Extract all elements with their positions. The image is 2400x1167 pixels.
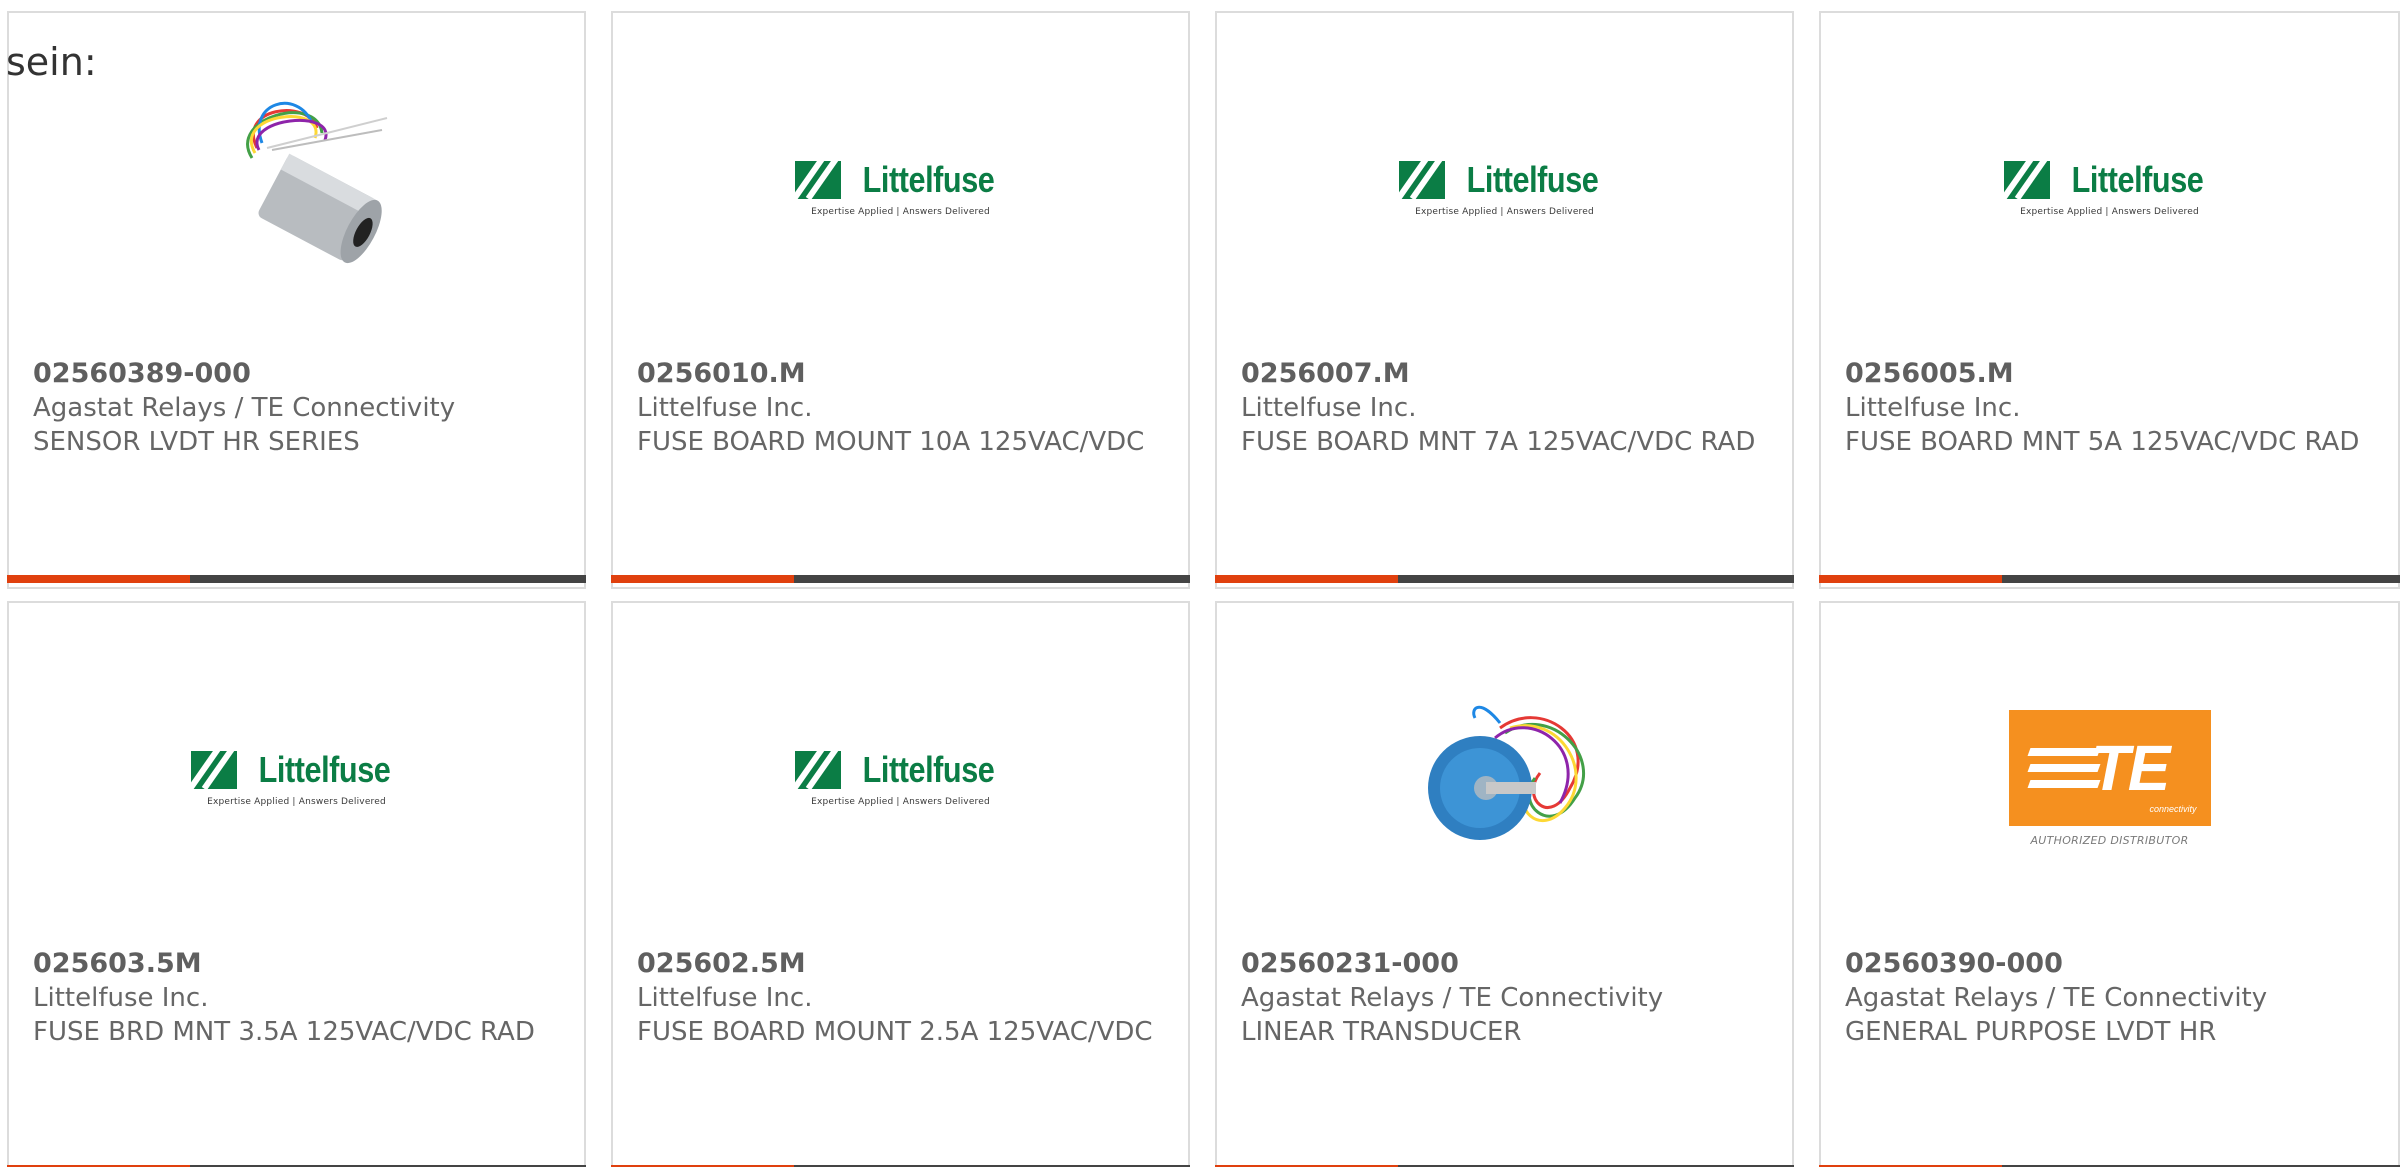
- description: FUSE BOARD MOUNT 10A 125VAC/VDC: [637, 427, 1145, 457]
- description: FUSE BOARD MNT 5A 125VAC/VDC RAD: [1845, 427, 2360, 457]
- product-card[interactable]: Littelfuse Expertise Applied | Answers D…: [611, 11, 1190, 589]
- intro-text: sein:: [6, 40, 97, 84]
- product-info: 025602.5M Littelfuse Inc. FUSE BOARD MOU…: [637, 947, 1164, 1049]
- littelfuse-tagline: Expertise Applied | Answers Delivered: [811, 207, 990, 217]
- te-connectivity-logo: TE connectivity AUTHORIZED DISTRIBUTOR: [2008, 709, 2211, 847]
- te-logo-box: TE connectivity: [2008, 709, 2211, 826]
- product-info: 02560231-000 Agastat Relays / TE Connect…: [1241, 947, 1768, 1049]
- manufacturer: Littelfuse Inc.: [1845, 393, 2021, 423]
- te-sub: connectivity: [2149, 803, 2197, 814]
- linear-transducer-icon: [1427, 705, 1585, 840]
- part-number[interactable]: 02560390-000: [1845, 947, 2374, 981]
- product-info: 0256010.M Littelfuse Inc. FUSE BOARD MOU…: [637, 357, 1164, 459]
- littelfuse-logo: Littelfuse Expertise Applied | Answers D…: [190, 749, 402, 807]
- product-image[interactable]: Littelfuse Expertise Applied | Answers D…: [613, 73, 1188, 303]
- littelfuse-logo: Littelfuse Expertise Applied | Answers D…: [2003, 159, 2215, 217]
- littelfuse-tagline: Expertise Applied | Answers Delivered: [2020, 207, 2199, 217]
- product-card[interactable]: 02560389-000 Agastat Relays / TE Connect…: [7, 11, 586, 589]
- product-info: 0256007.M Littelfuse Inc. FUSE BOARD MNT…: [1241, 357, 1768, 459]
- littelfuse-mark-icon: [794, 161, 841, 199]
- littelfuse-wordmark: Littelfuse: [1466, 159, 1599, 200]
- littelfuse-wordmark: Littelfuse: [2071, 159, 2204, 200]
- manufacturer: Littelfuse Inc.: [1241, 393, 1417, 423]
- card-footer-bar: [1819, 575, 2400, 583]
- product-info: 02560389-000 Agastat Relays / TE Connect…: [33, 357, 560, 459]
- product-card[interactable]: Littelfuse Expertise Applied | Answers D…: [611, 601, 1190, 1167]
- part-number[interactable]: 02560231-000: [1241, 947, 1768, 981]
- littelfuse-wordmark: Littelfuse: [862, 159, 995, 200]
- littelfuse-wordmark: Littelfuse: [862, 749, 995, 790]
- te-letters: TE: [2090, 731, 2171, 804]
- product-grid: 02560389-000 Agastat Relays / TE Connect…: [0, 0, 2400, 1167]
- part-number[interactable]: 0256010.M: [637, 357, 1164, 391]
- lvdt-sensor-cylinder-icon: [245, 101, 387, 264]
- description: SENSOR LVDT HR SERIES: [33, 427, 360, 457]
- manufacturer: Littelfuse Inc.: [637, 393, 813, 423]
- product-image[interactable]: TE connectivity AUTHORIZED DISTRIBUTOR: [1821, 663, 2398, 893]
- description: LINEAR TRANSDUCER: [1241, 1017, 1522, 1047]
- manufacturer: Littelfuse Inc.: [637, 983, 813, 1013]
- manufacturer: Agastat Relays / TE Connectivity: [33, 393, 456, 423]
- product-info: 02560390-000 Agastat Relays / TE Connect…: [1845, 947, 2374, 1049]
- product-image[interactable]: [1217, 663, 1792, 893]
- part-number[interactable]: 02560389-000: [33, 357, 560, 391]
- littelfuse-logo: Littelfuse Expertise Applied | Answers D…: [794, 749, 1006, 807]
- card-footer-accent: [1215, 575, 1398, 583]
- product-card[interactable]: Littelfuse Expertise Applied | Answers D…: [1215, 11, 1794, 589]
- manufacturer: Littelfuse Inc.: [33, 983, 209, 1013]
- te-stripes-icon: [2027, 747, 2100, 796]
- littelfuse-tagline: Expertise Applied | Answers Delivered: [811, 797, 990, 807]
- product-info: 0256005.M Littelfuse Inc. FUSE BOARD MNT…: [1845, 357, 2374, 459]
- littelfuse-logo: Littelfuse Expertise Applied | Answers D…: [1398, 159, 1610, 217]
- product-image[interactable]: [9, 73, 584, 303]
- te-distributor-label: AUTHORIZED DISTRIBUTOR: [2030, 833, 2189, 847]
- description: GENERAL PURPOSE LVDT HR: [1845, 1017, 2217, 1047]
- manufacturer: Agastat Relays / TE Connectivity: [1845, 983, 2268, 1013]
- littelfuse-logo: Littelfuse Expertise Applied | Answers D…: [794, 159, 1006, 217]
- card-footer-accent: [7, 575, 190, 583]
- part-number[interactable]: 025602.5M: [637, 947, 1164, 981]
- product-card[interactable]: TE connectivity AUTHORIZED DISTRIBUTOR 0…: [1819, 601, 2400, 1167]
- littelfuse-mark-icon: [1398, 161, 1445, 199]
- product-card[interactable]: 02560231-000 Agastat Relays / TE Connect…: [1215, 601, 1794, 1167]
- product-image[interactable]: Littelfuse Expertise Applied | Answers D…: [9, 663, 584, 893]
- part-number[interactable]: 0256005.M: [1845, 357, 2374, 391]
- product-card[interactable]: Littelfuse Expertise Applied | Answers D…: [7, 601, 586, 1167]
- card-footer-bar: [611, 575, 1190, 583]
- description: FUSE BOARD MOUNT 2.5A 125VAC/VDC: [637, 1017, 1153, 1047]
- littelfuse-wordmark: Littelfuse: [258, 749, 391, 790]
- part-number[interactable]: 0256007.M: [1241, 357, 1768, 391]
- littelfuse-mark-icon: [190, 751, 237, 789]
- card-footer-bar: [1215, 575, 1794, 583]
- part-number[interactable]: 025603.5M: [33, 947, 560, 981]
- product-card[interactable]: Littelfuse Expertise Applied | Answers D…: [1819, 11, 2400, 589]
- card-footer-accent: [1819, 575, 2002, 583]
- product-image[interactable]: Littelfuse Expertise Applied | Answers D…: [1821, 73, 2398, 303]
- card-footer-accent: [611, 575, 794, 583]
- description: FUSE BRD MNT 3.5A 125VAC/VDC RAD: [33, 1017, 535, 1047]
- manufacturer: Agastat Relays / TE Connectivity: [1241, 983, 1664, 1013]
- product-info: 025603.5M Littelfuse Inc. FUSE BRD MNT 3…: [33, 947, 560, 1049]
- littelfuse-mark-icon: [794, 751, 841, 789]
- description: FUSE BOARD MNT 7A 125VAC/VDC RAD: [1241, 427, 1756, 457]
- littelfuse-tagline: Expertise Applied | Answers Delivered: [1415, 207, 1594, 217]
- product-image[interactable]: Littelfuse Expertise Applied | Answers D…: [1217, 73, 1792, 303]
- product-image[interactable]: Littelfuse Expertise Applied | Answers D…: [613, 663, 1188, 893]
- card-footer-bar: [7, 575, 586, 583]
- littelfuse-mark-icon: [2003, 161, 2050, 199]
- littelfuse-tagline: Expertise Applied | Answers Delivered: [207, 797, 386, 807]
